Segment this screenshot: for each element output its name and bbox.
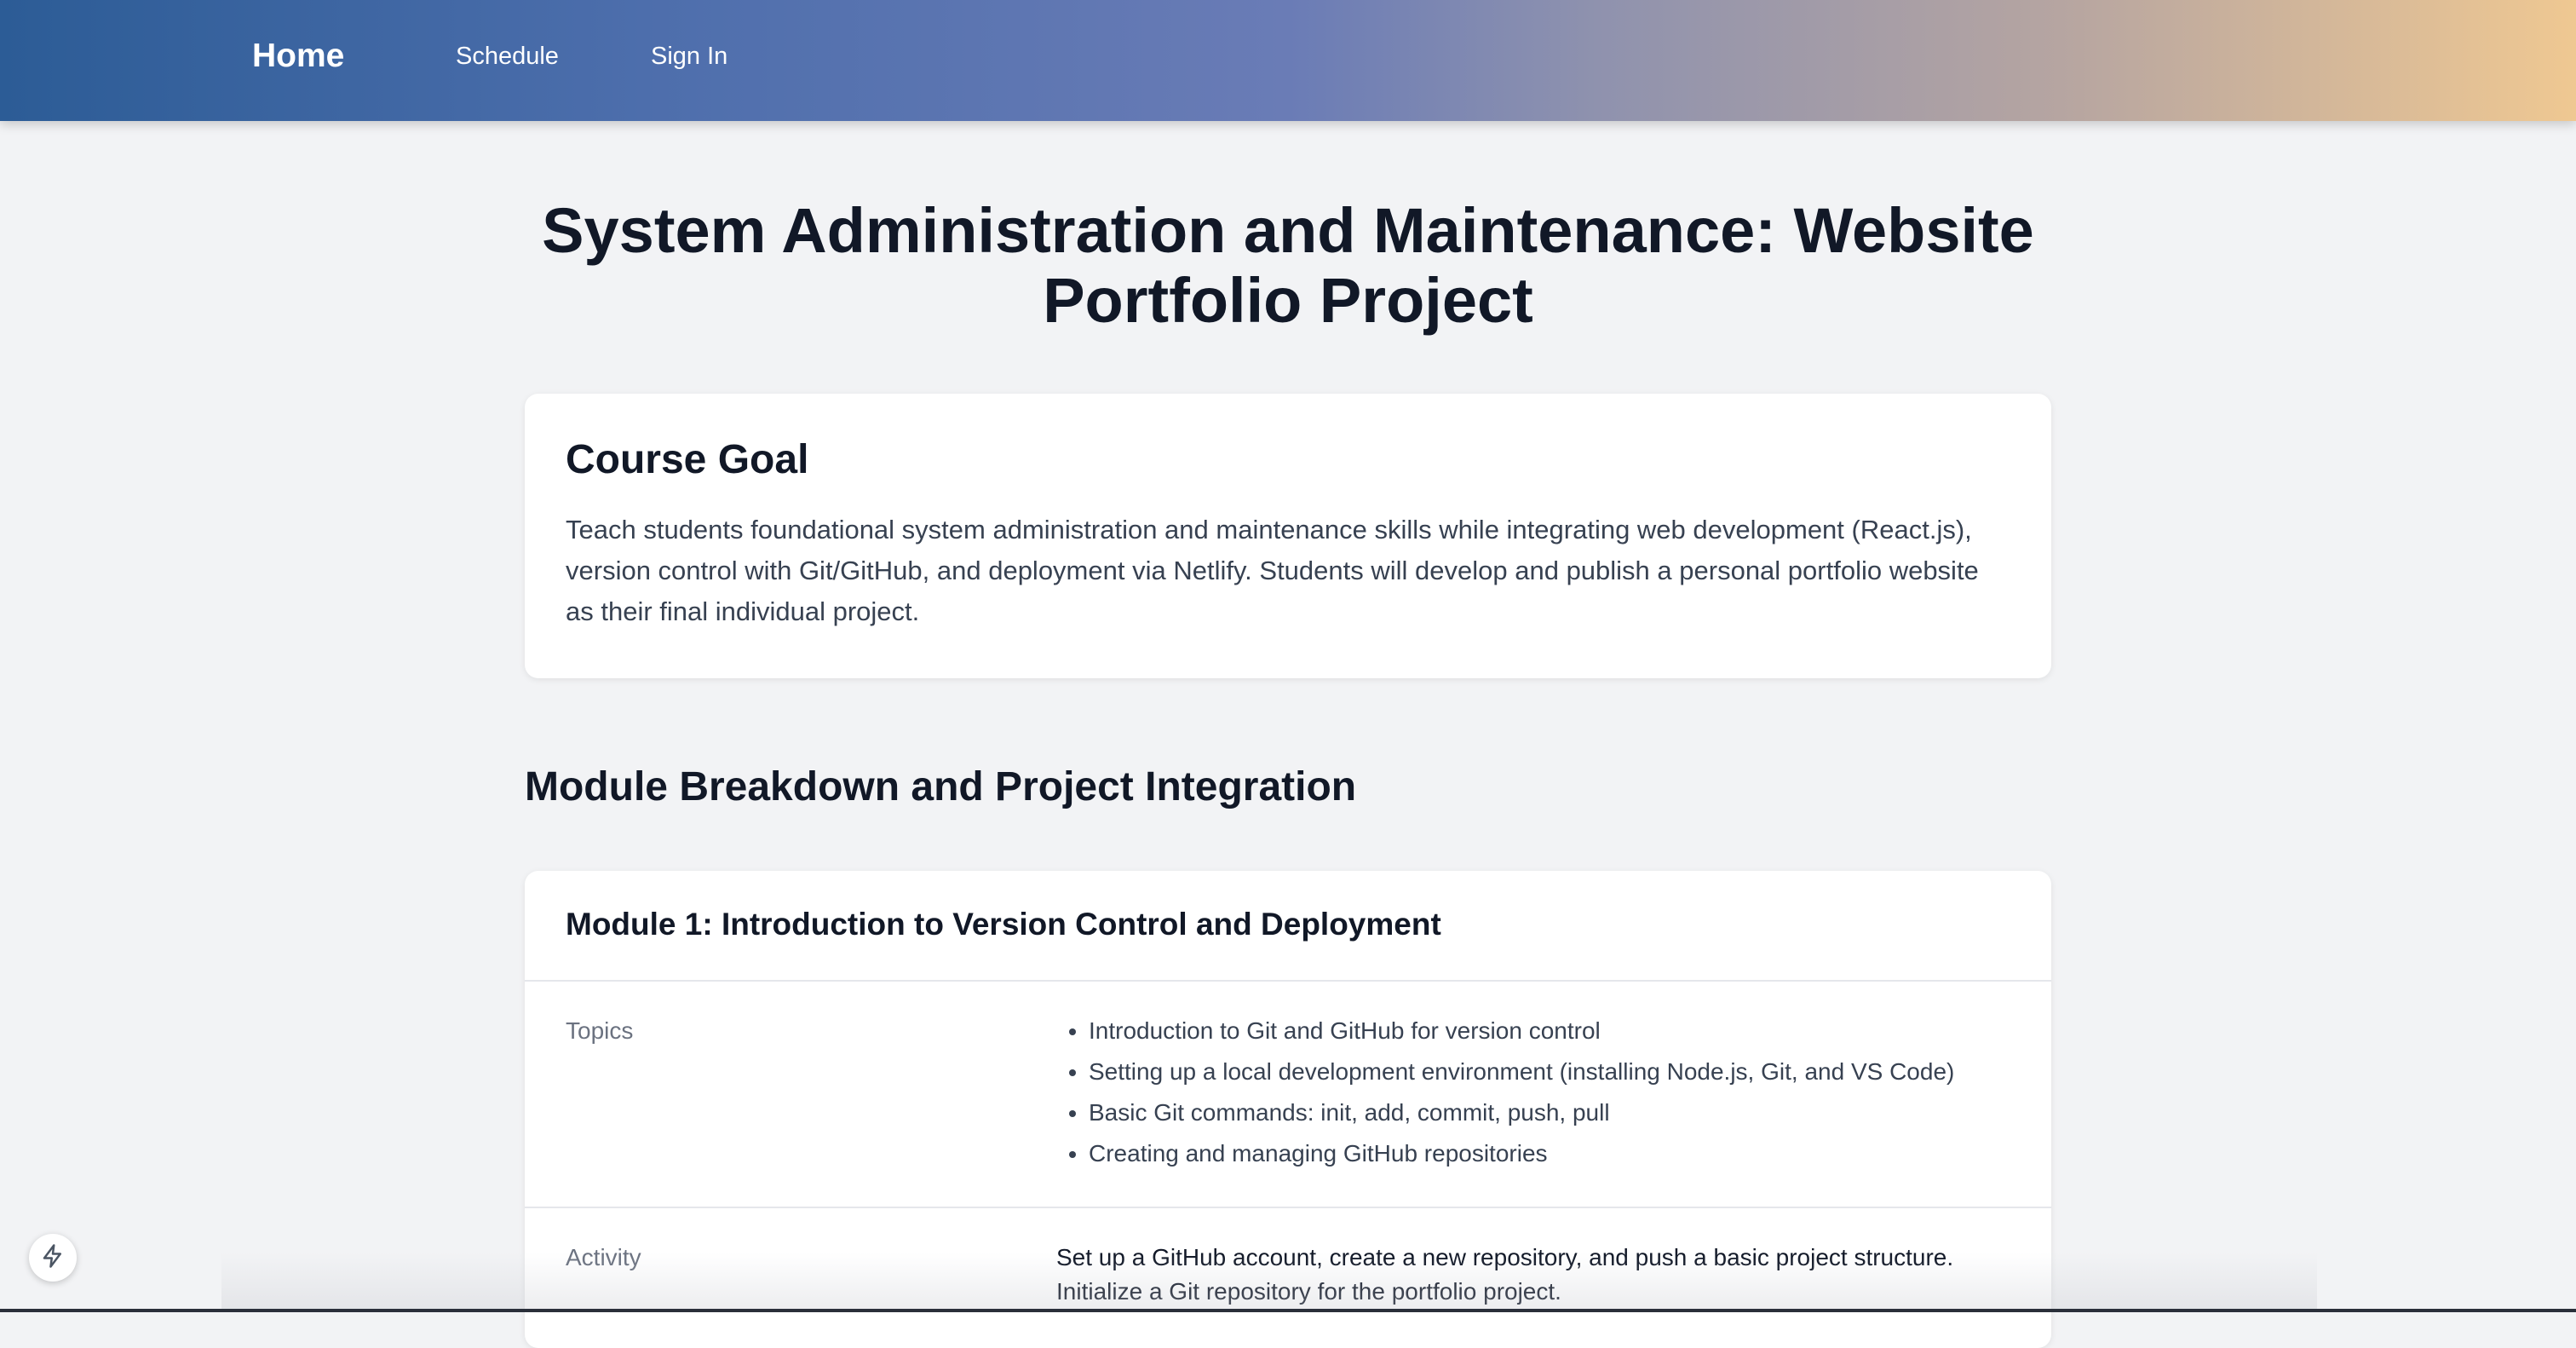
module-topics-row: Topics Introduction to Git and GitHub fo… bbox=[525, 982, 2051, 1208]
course-goal-card: Course Goal Teach students foundational … bbox=[525, 394, 2051, 678]
course-goal-text: Teach students foundational system admin… bbox=[566, 515, 1979, 626]
topic-item: Setting up a local development environme… bbox=[1089, 1055, 2019, 1089]
page-title: System Administration and Maintenance: W… bbox=[542, 195, 2034, 336]
module-breakdown-heading: Module Breakdown and Project Integration bbox=[525, 764, 1357, 809]
nav-schedule-link[interactable]: Schedule bbox=[456, 43, 559, 71]
lightning-bolt-icon bbox=[40, 1243, 66, 1273]
topics-list: Introduction to Git and GitHub for versi… bbox=[1056, 1014, 2019, 1171]
module-card: Module 1: Introduction to Version Contro… bbox=[525, 871, 2051, 1348]
top-navbar: Home Schedule Sign In bbox=[0, 0, 2576, 121]
activity-label: Activity bbox=[566, 1244, 641, 1270]
module-title: Module 1: Introduction to Version Contro… bbox=[566, 907, 1441, 942]
activity-text: Set up a GitHub account, create a new re… bbox=[1056, 1244, 1954, 1305]
topics-label: Topics bbox=[566, 1017, 634, 1044]
nav-sign-in-link[interactable]: Sign In bbox=[651, 43, 727, 71]
course-goal-heading: Course Goal bbox=[566, 437, 809, 482]
topic-item: Basic Git commands: init, add, commit, p… bbox=[1089, 1096, 2019, 1130]
topics-list-container: Introduction to Git and GitHub for versi… bbox=[1056, 1014, 2019, 1178]
window-bottom-edge bbox=[0, 1309, 2576, 1312]
nav-home-link[interactable]: Home bbox=[252, 37, 344, 75]
module-header: Module 1: Introduction to Version Contro… bbox=[525, 871, 2051, 982]
topic-item: Introduction to Git and GitHub for versi… bbox=[1089, 1014, 2019, 1048]
topic-item: Creating and managing GitHub repositorie… bbox=[1089, 1137, 2019, 1171]
module-activity-row: Activity Set up a GitHub account, create… bbox=[525, 1208, 2051, 1348]
floating-action-button[interactable] bbox=[29, 1234, 77, 1282]
